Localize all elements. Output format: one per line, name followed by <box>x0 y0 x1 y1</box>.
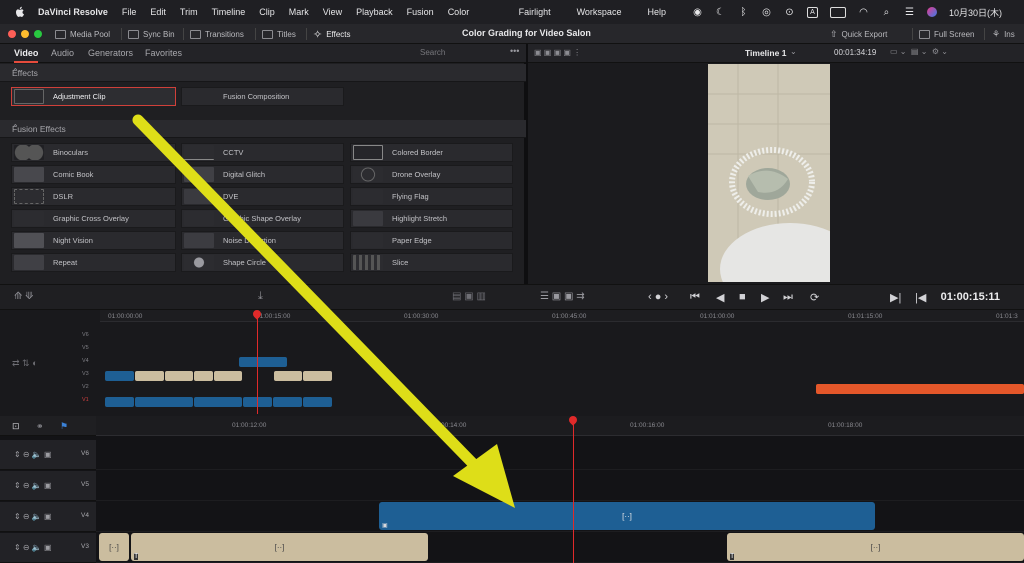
arrow-shaft <box>132 114 493 484</box>
instruction-arrow-overlay <box>132 114 515 508</box>
